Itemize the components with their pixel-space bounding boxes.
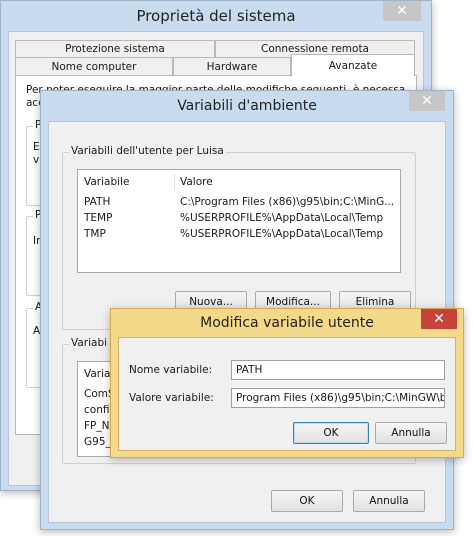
variable-name-label: Nome variabile:	[129, 364, 213, 376]
user-variables-label: Variabili dell'utente per Luisa	[69, 145, 226, 157]
ok-button[interactable]: OK	[293, 422, 369, 444]
tab-hardware[interactable]: Hardware	[173, 57, 291, 75]
list-item[interactable]: TMP %USERPROFILE%\AppData\Local\Temp	[78, 226, 400, 242]
environment-variables-titlebar[interactable]: Variabili d'ambiente	[41, 91, 453, 121]
edit-variable-dialog: Modifica variabile utente ✕ Nome variabi…	[110, 308, 464, 458]
edit-variable-client: Nome variabile: PATH Valore variabile: P…	[118, 337, 456, 451]
edit-variable-title: Modifica variabile utente	[200, 315, 374, 331]
variable-value-label: Valore variabile:	[129, 392, 214, 404]
cancel-button[interactable]: Annulla	[375, 422, 447, 444]
column-divider	[174, 174, 175, 190]
column-header-value[interactable]: Valore	[180, 174, 213, 190]
column-header-variable[interactable]: Variabile	[84, 174, 129, 190]
close-icon[interactable]: ✕	[383, 1, 421, 21]
tab-nome-computer[interactable]: Nome computer	[15, 57, 173, 75]
close-icon[interactable]: ✕	[421, 309, 457, 329]
cancel-button[interactable]: Annulla	[353, 490, 425, 512]
list-item[interactable]: TEMP %USERPROFILE%\AppData\Local\Temp	[78, 210, 400, 226]
ok-button[interactable]: OK	[271, 490, 343, 512]
tab-protezione-sistema[interactable]: Protezione sistema	[15, 40, 215, 57]
variable-value-input[interactable]: Program Files (x86)\g95\bin;C:\MinGW\bin…	[231, 388, 445, 408]
user-variables-group: Variabili dell'utente per Luisa Variabil…	[62, 145, 416, 330]
system-properties-title: Proprietà del sistema	[136, 7, 296, 25]
close-icon[interactable]: ✕	[409, 91, 445, 111]
variable-name-input[interactable]: PATH	[231, 360, 445, 380]
user-variables-list[interactable]: Variabile Valore PATH C:\Program Files (…	[77, 169, 401, 273]
list-item[interactable]: PATH C:\Program Files (x86)\g95\bin;C:\M…	[78, 194, 400, 210]
edit-variable-titlebar[interactable]: Modifica variabile utente	[111, 309, 463, 337]
system-properties-titlebar[interactable]: Proprietà del sistema	[1, 1, 431, 31]
environment-variables-title: Variabili d'ambiente	[177, 98, 317, 114]
tab-avanzate[interactable]: Avanzate	[291, 54, 415, 76]
system-variables-label: Variabi	[69, 337, 110, 349]
list-header: Variabile Valore	[78, 174, 400, 190]
